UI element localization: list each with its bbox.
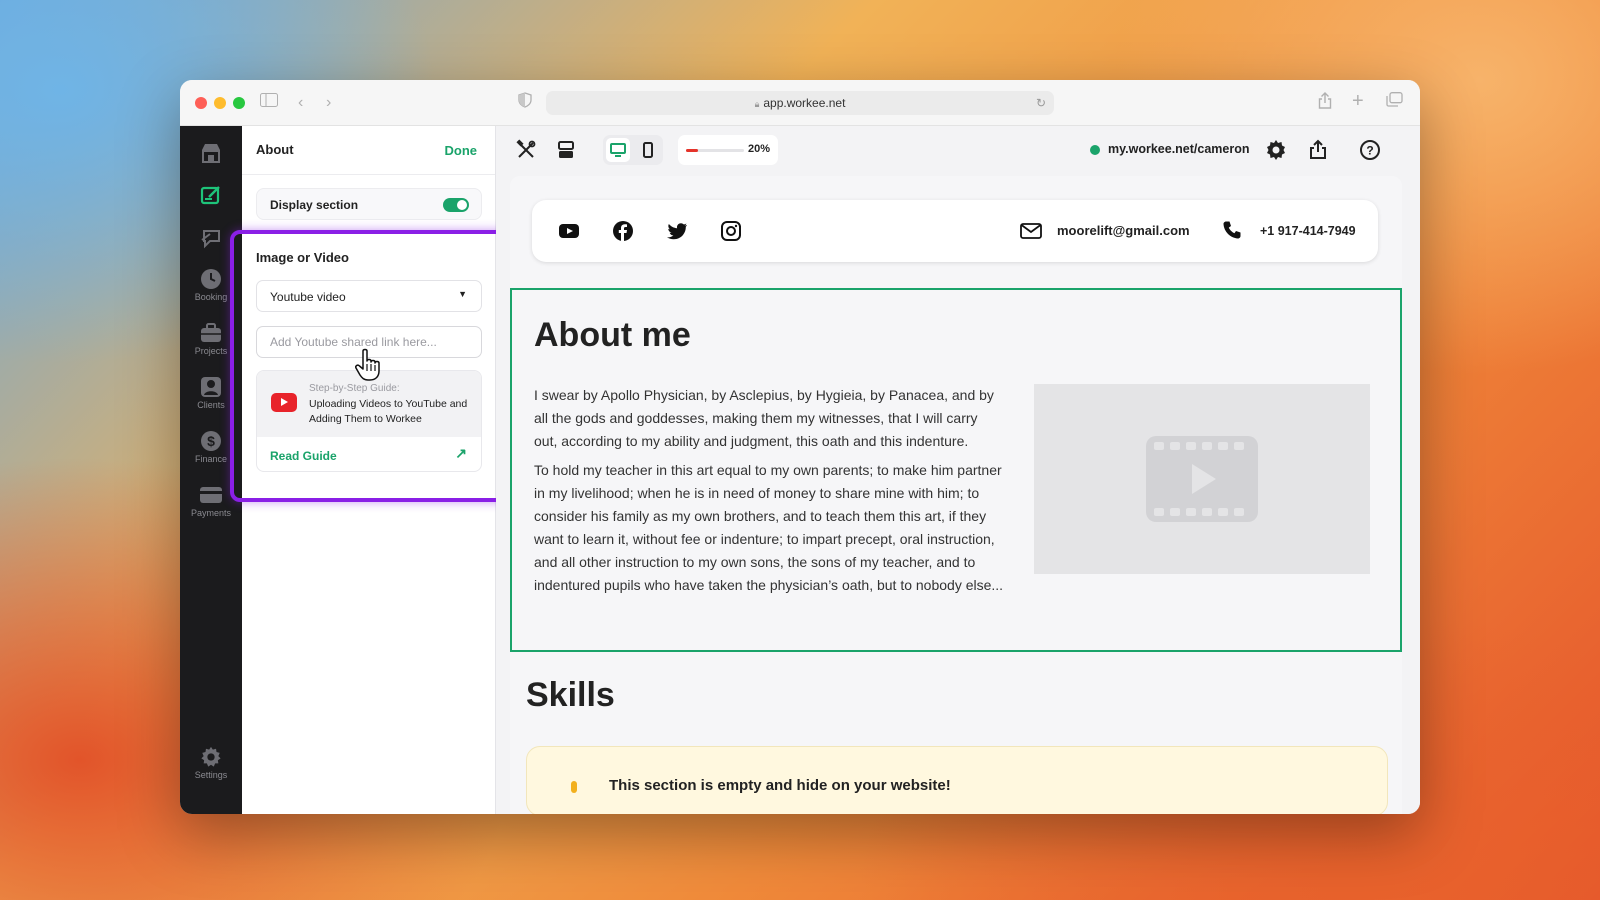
lock-icon: 🔒︎ xyxy=(754,99,760,109)
privacy-shield-icon[interactable] xyxy=(518,92,532,115)
display-section-row: Display section xyxy=(256,188,482,220)
panel-title: About xyxy=(256,142,294,157)
mail-icon xyxy=(1020,223,1042,239)
sidebar-item-edit-site[interactable] xyxy=(180,184,242,206)
svg-text:$: $ xyxy=(207,433,215,449)
read-guide-link[interactable]: Read Guide xyxy=(270,449,337,463)
forward-icon[interactable]: › xyxy=(326,92,331,114)
video-placeholder xyxy=(1034,384,1370,574)
about-heading: About me xyxy=(534,316,691,354)
share-icon[interactable] xyxy=(1306,138,1330,162)
phone-icon xyxy=(1223,221,1241,239)
reload-icon[interactable]: ↻ xyxy=(1036,91,1046,115)
guide-kicker: Step-by-Step Guide: xyxy=(309,383,400,394)
media-type-select[interactable]: Youtube video ▼ xyxy=(256,280,482,312)
facebook-icon[interactable] xyxy=(612,220,634,242)
mobile-icon xyxy=(643,142,653,158)
youtube-icon[interactable] xyxy=(558,220,580,242)
completion-progress: 20% xyxy=(678,135,778,165)
section-editor-panel: About Done Display section Image or Vide… xyxy=(230,126,516,814)
contact-phone[interactable]: +1 917-414-7949 xyxy=(1260,224,1356,238)
address-bar-url: app.workee.net xyxy=(763,96,846,110)
hand-cursor-icon xyxy=(355,348,380,381)
svg-text:?: ? xyxy=(1366,144,1373,158)
site-preview-area: 20% my.workee.net/cameron ? moorelift@gm… xyxy=(496,126,1420,814)
help-icon[interactable]: ? xyxy=(1358,138,1382,162)
share-icon[interactable] xyxy=(1318,92,1332,116)
guide-title: Uploading Videos to YouTube and Adding T… xyxy=(309,398,468,425)
person-icon xyxy=(201,377,221,397)
progress-track xyxy=(686,149,744,152)
new-tab-icon[interactable]: + xyxy=(1352,90,1364,112)
card-icon xyxy=(200,487,222,503)
close-window-button[interactable] xyxy=(195,97,207,109)
display-section-label: Display section xyxy=(270,198,359,212)
skills-empty-message: This section is empty and hide on your w… xyxy=(609,777,951,794)
website-canvas: moorelift@gmail.com +1 917-414-7949 Abou… xyxy=(510,176,1402,814)
caret-down-icon: ▼ xyxy=(458,289,467,299)
sidebar-toggle-icon[interactable] xyxy=(260,92,278,114)
media-section-title: Image or Video xyxy=(256,250,349,265)
youtube-logo-icon xyxy=(271,393,297,412)
gear-icon[interactable] xyxy=(1264,138,1288,162)
clock-icon xyxy=(201,269,221,289)
instagram-icon[interactable] xyxy=(720,220,742,242)
sidebar-item-store[interactable] xyxy=(180,142,242,164)
back-icon[interactable]: ‹ xyxy=(298,92,303,114)
done-button[interactable]: Done xyxy=(445,143,478,158)
dollar-icon: $ xyxy=(201,431,221,451)
panel-divider xyxy=(242,174,495,175)
address-bar[interactable]: 🔒︎ app.workee.net ↻ xyxy=(546,91,1054,115)
gear-icon xyxy=(201,746,221,767)
site-url-link[interactable]: my.workee.net/cameron xyxy=(1108,142,1250,156)
lightbulb-icon xyxy=(571,781,577,793)
about-section[interactable]: About me I swear by Apollo Physician, by… xyxy=(510,288,1402,652)
progress-label: 20% xyxy=(748,143,771,155)
desktop-view-button[interactable] xyxy=(606,138,630,162)
device-view-toggle xyxy=(603,135,663,165)
skills-heading: Skills xyxy=(526,676,615,714)
store-icon xyxy=(202,144,220,163)
maximize-window-button[interactable] xyxy=(233,97,245,109)
tab-overview-icon[interactable] xyxy=(1386,92,1403,114)
edit-site-icon xyxy=(200,186,220,205)
skills-empty-notice: This section is empty and hide on your w… xyxy=(526,746,1388,814)
about-paragraph-1: I swear by Apollo Physician, by Asclepiu… xyxy=(534,387,994,449)
mobile-view-button[interactable] xyxy=(636,138,660,162)
contact-email[interactable]: moorelift@gmail.com xyxy=(1057,223,1190,238)
external-arrow-icon[interactable]: ↗ xyxy=(455,445,467,462)
progress-fill xyxy=(686,149,698,152)
sidebar-item-settings[interactable]: Settings xyxy=(180,746,242,780)
contact-bar: moorelift@gmail.com +1 917-414-7949 xyxy=(532,200,1378,262)
desktop-icon xyxy=(610,143,626,157)
editor-toolbar: 20% my.workee.net/cameron ? xyxy=(496,126,1420,174)
sidebar-item-label: Payments xyxy=(190,508,232,518)
minimize-window-button[interactable] xyxy=(214,97,226,109)
display-section-toggle[interactable] xyxy=(443,198,469,212)
chat-icon xyxy=(201,230,220,249)
about-paragraph-2: To hold my teacher in this art equal to … xyxy=(534,462,1004,593)
video-placeholder-icon xyxy=(1146,436,1258,522)
guide-card[interactable]: Step-by-Step Guide: Uploading Videos to … xyxy=(256,370,482,472)
site-status-dot xyxy=(1090,145,1100,155)
browser-window: ‹ › 🔒︎ app.workee.net ↻ + Booking Projec… xyxy=(180,80,1420,814)
tools-icon[interactable] xyxy=(514,138,538,162)
briefcase-icon xyxy=(201,323,221,342)
sidebar-item-label: Settings xyxy=(194,770,228,780)
browser-titlebar: ‹ › 🔒︎ app.workee.net ↻ + xyxy=(180,80,1420,126)
layout-sections-icon[interactable] xyxy=(554,138,578,162)
media-type-value: Youtube video xyxy=(270,290,346,304)
twitter-icon[interactable] xyxy=(666,220,688,242)
